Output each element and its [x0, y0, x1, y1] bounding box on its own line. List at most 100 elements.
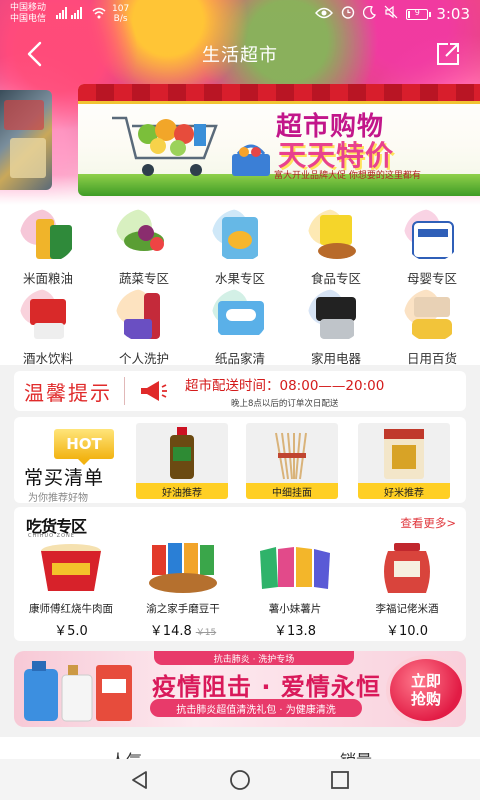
category-label: 纸品家清 — [214, 351, 265, 366]
shopping-cart-icon — [112, 116, 218, 176]
wifi-icon — [92, 7, 106, 22]
system-navigation-bar — [0, 759, 480, 800]
promo-title: 疫情阻击 · 爱情永恒 — [152, 673, 381, 701]
title-bar: 生活超市 — [0, 34, 480, 74]
tab-sales[interactable]: 销量 — [340, 747, 372, 759]
paper-cleaning-icon — [212, 289, 268, 342]
rice-oil-icon — [20, 209, 76, 262]
category-label: 蔬菜专区 — [118, 271, 169, 286]
clock: 3:03 — [436, 5, 470, 23]
snack-name: 渝之家手磨豆干 — [146, 603, 220, 615]
detergent-products-icon — [24, 661, 132, 722]
banner-subtitle: 富大开业品牌大促 你想要的这里都有 — [274, 171, 421, 181]
buy-now-line2: 抢购 — [410, 690, 441, 708]
frequent-list-section: HOT 常买清单 为你推荐好物 好油推荐 中细挂面 好米推荐 — [14, 417, 466, 504]
price-value: ￥13.8 — [274, 624, 316, 639]
hot-badge: HOT — [54, 429, 114, 465]
frequent-card-tag: 中细挂面 — [246, 483, 338, 499]
frequent-subtitle: 为你推荐好物 — [28, 493, 88, 504]
notice-title: 温馨提示 — [24, 380, 112, 405]
appliance-icon — [308, 289, 364, 342]
signal-area: 107 B/s — [56, 4, 129, 24]
mute-icon — [384, 5, 398, 23]
snack-name: 康师傅红烧牛肉面 — [29, 603, 113, 615]
curtain-decoration — [78, 84, 480, 104]
carrier-info: 中国移动 中国电信 — [10, 3, 46, 25]
back-button[interactable] — [18, 38, 50, 70]
snack-name: 李福记佬米酒 — [375, 603, 439, 615]
promo-tag: 抗击肺炎 · 洗护专场 — [154, 651, 354, 665]
view-more-link[interactable]: 查看更多> — [400, 515, 456, 531]
snack-zone-section: 吃货专区 CHIHUO ZONE 查看更多> 康师傅红烧牛肉面 ￥5.0 渝之家… — [14, 507, 466, 641]
sort-tab-bar: 人气 销量 — [0, 737, 480, 759]
baby-formula-icon — [404, 209, 460, 262]
carrier-2: 中国电信 — [10, 14, 47, 24]
oil-bottle-icon — [170, 427, 194, 479]
circle-home-icon — [230, 769, 250, 790]
instant-noodle-cup-icon — [41, 544, 101, 591]
category-item-appliances[interactable]: 家用电器 — [288, 289, 384, 367]
category-label: 家用电器 — [310, 351, 361, 366]
original-price: ￥15 — [195, 628, 217, 638]
snack-item[interactable]: 薯小妹薯片 ￥13.8 — [240, 541, 350, 641]
frequent-card-oil[interactable]: 好油推荐 — [136, 423, 228, 499]
category-label: 母婴专区 — [406, 271, 457, 286]
snack-price: ￥5.0 — [54, 620, 88, 639]
category-item-personal-care[interactable]: 个人洗护 — [96, 289, 192, 367]
status-bar: 中国移动 中国电信 107 B/s 9 3:03 — [0, 0, 480, 28]
snack-item[interactable]: 渝之家手磨豆干 ￥14.8 ￥15 — [128, 541, 238, 641]
tofu-snack-icon — [149, 543, 217, 593]
category-item-rice-oil[interactable]: 米面粮油 — [0, 209, 96, 287]
promo-banner[interactable]: 抗击肺炎 · 洗护专场 疫情阻击 · 爱情永恒 抗击肺炎超值清洗礼包 · 为健康… — [14, 651, 466, 727]
triangle-back-icon — [132, 770, 147, 789]
category-item-vegetables[interactable]: 蔬菜专区 — [96, 209, 192, 287]
network-speed-unit: B/s — [113, 14, 128, 24]
banner-slide[interactable]: 超市购物 天天特价 富大开业品牌大促 你想要的这里都有 — [78, 84, 480, 196]
frequent-card-noodles[interactable]: 中细挂面 — [246, 423, 338, 499]
category-item-baby[interactable]: 母婴专区 — [384, 209, 480, 287]
category-label: 水果专区 — [214, 271, 265, 286]
nav-back-button[interactable] — [125, 765, 155, 795]
category-item-paper-cleaning[interactable]: 纸品家清 — [192, 289, 288, 367]
fruit-icon — [212, 209, 268, 262]
chips-icon — [260, 547, 330, 589]
signal-icon — [56, 6, 86, 22]
snack-item[interactable]: 康师傅红烧牛肉面 ￥5.0 — [16, 541, 126, 641]
vegetable-icon — [116, 209, 172, 262]
category-label: 酒水饮料 — [22, 351, 73, 366]
category-label: 食品专区 — [310, 271, 361, 286]
category-label: 日用百货 — [406, 351, 457, 366]
nav-recents-button[interactable] — [325, 765, 355, 795]
category-item-drinks[interactable]: 酒水饮料 — [0, 289, 96, 367]
chevron-left-icon — [27, 41, 42, 67]
category-label: 个人洗护 — [118, 351, 169, 366]
status-icons: 9 3:03 — [315, 5, 470, 23]
moon-icon — [363, 5, 377, 23]
noodles-icon — [275, 432, 307, 480]
frequent-card-rice[interactable]: 好米推荐 — [358, 423, 450, 499]
daily-goods-icon — [404, 289, 460, 342]
carrier-1: 中国移动 — [10, 3, 47, 13]
battery-icon: 9 — [406, 8, 432, 20]
frequent-title: 常买清单 — [24, 467, 105, 489]
megaphone-icon — [141, 381, 167, 401]
snack-name: 薯小妹薯片 — [268, 603, 322, 615]
price-value: ￥14.8 — [149, 624, 192, 639]
drinks-icon — [20, 289, 76, 342]
notice-divider — [124, 377, 125, 405]
category-label: 米面粮油 — [22, 271, 73, 286]
tab-popular[interactable]: 人气 — [110, 747, 142, 759]
share-button[interactable] — [432, 38, 464, 70]
buy-now-button[interactable]: 立即 抢购 — [390, 659, 462, 721]
banner-prev-slide[interactable] — [0, 90, 52, 190]
delivery-time: 超市配送时间：08:00——20:00 — [185, 377, 385, 394]
category-item-fruit[interactable]: 水果专区 — [192, 209, 288, 287]
category-item-food[interactable]: 食品专区 — [288, 209, 384, 287]
delivery-note: 晚上8点以后的订单次日配送 — [230, 398, 339, 409]
category-item-daily-goods[interactable]: 日用百货 — [384, 289, 480, 367]
frequent-card-tag: 好米推荐 — [358, 483, 450, 499]
snack-item[interactable]: 李福记佬米酒 ￥10.0 — [352, 541, 462, 641]
price-value: ￥10.0 — [386, 624, 428, 639]
rice-bag-icon — [384, 429, 424, 479]
nav-home-button[interactable] — [225, 765, 255, 795]
